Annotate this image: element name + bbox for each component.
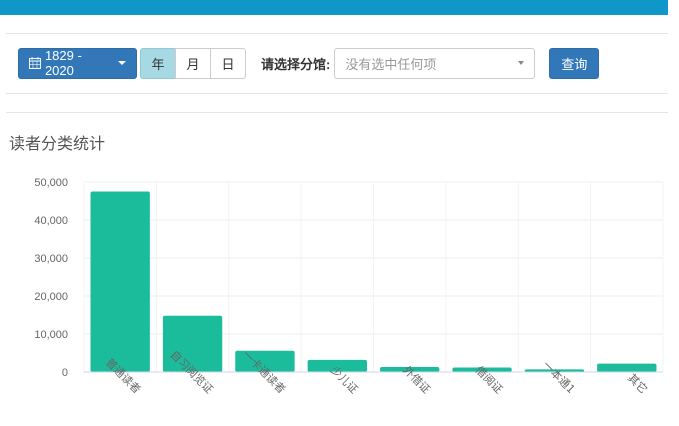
reader-category-chart: 010,00020,00030,00040,00050,000 普通读者 自习阅览… [34,177,664,396]
library-label: 请选择分馆: [261,56,331,72]
y-tick-label: 50,000 [34,177,68,189]
divider-section [6,112,668,113]
chevron-down-icon [118,61,126,65]
filter-toolbar: 1829 - 2020 年 月 日 请选择分馆: 没有选中任何项 查询 [18,47,600,79]
calendar-icon [29,57,41,69]
divider-top [6,33,668,34]
y-tick-label: 30,000 [34,253,68,265]
tab-month[interactable]: 月 [175,47,211,79]
date-range-button[interactable]: 1829 - 2020 [18,47,137,79]
section-title: 读者分类统计 [9,136,106,153]
x-tick-label: 其它 [625,371,650,396]
y-tick-label: 0 [62,367,68,379]
divider-toolbar [6,93,668,94]
query-button[interactable]: 查询 [549,47,600,79]
tab-day[interactable]: 日 [210,47,246,79]
y-tick-label: 10,000 [34,329,68,341]
x-tick-label: 一本通1 [540,358,578,396]
period-tabs: 年 月 日 [140,47,246,79]
bar-0[interactable] [90,191,150,373]
y-tick-label: 20,000 [34,291,68,303]
library-select[interactable]: 没有选中任何项 [334,47,536,79]
bar-7[interactable] [597,363,657,372]
tab-year[interactable]: 年 [140,47,176,79]
library-select-placeholder: 没有选中任何项 [345,56,437,72]
dropdown-caret-icon [518,61,525,65]
y-tick-label: 40,000 [34,215,68,227]
y-axis: 0 10,000 20,000 30,000 40,000 50,000 [34,177,68,379]
top-banner [0,0,668,15]
date-range-label: 1829 - 2020 [44,48,82,78]
